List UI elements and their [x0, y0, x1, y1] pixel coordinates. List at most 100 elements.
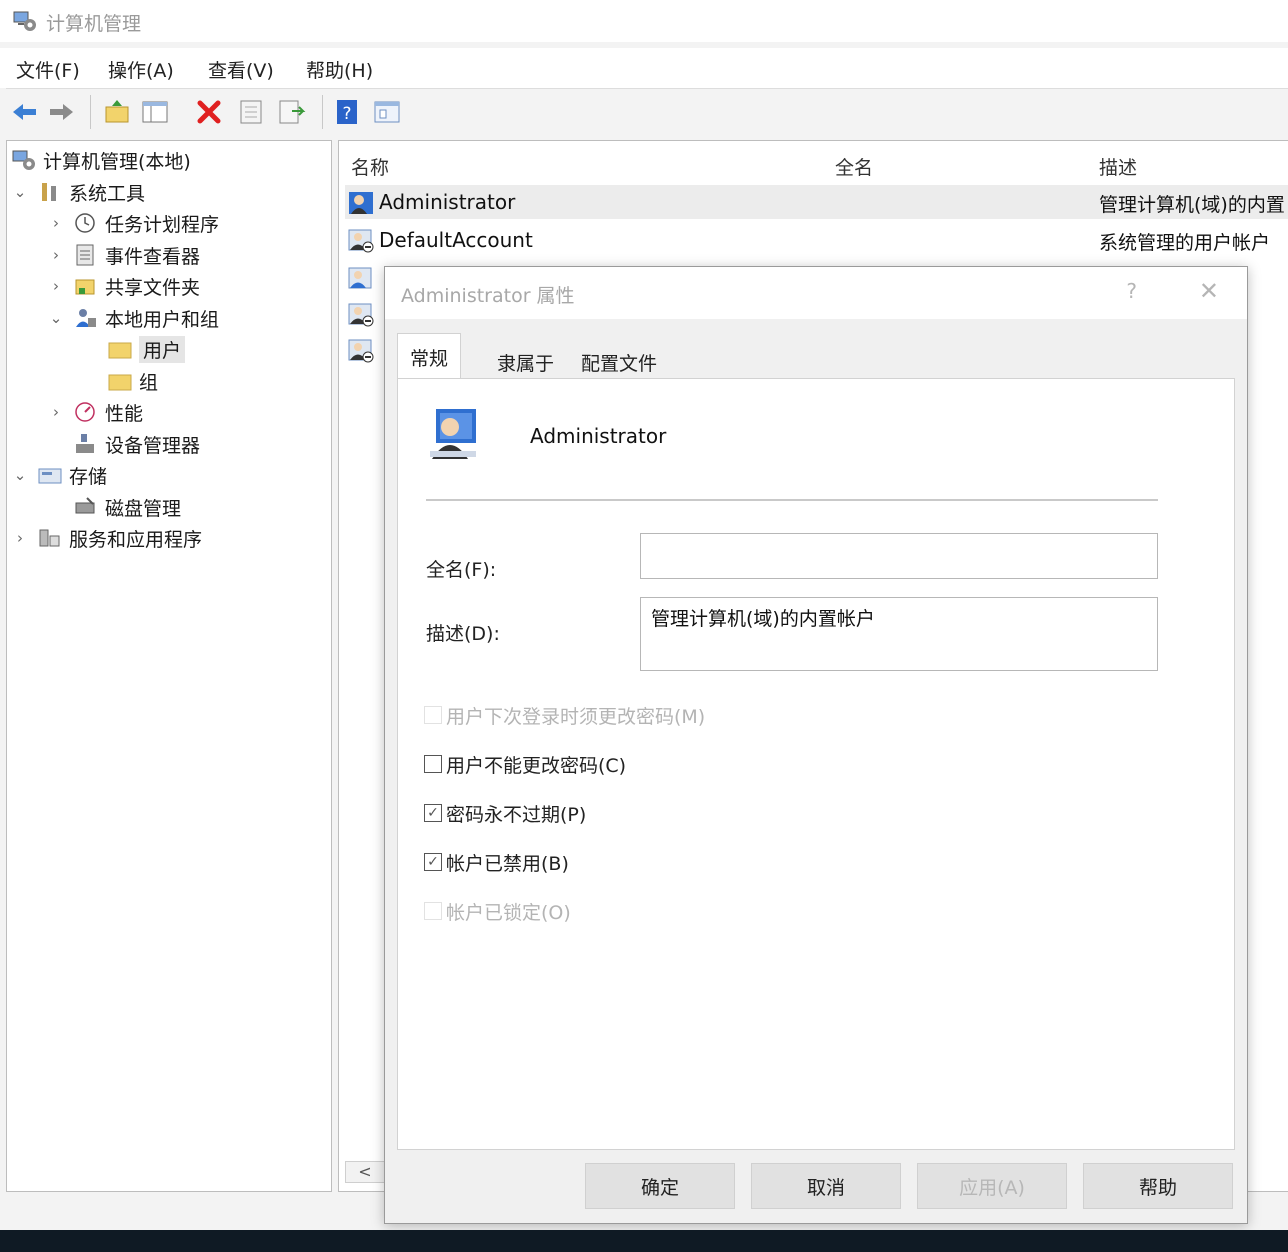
- export-icon[interactable]: [276, 97, 306, 127]
- option-account-locked[interactable]: 帐户已锁定(O): [424, 897, 571, 925]
- option-cannot-change-password[interactable]: 用户不能更改密码(C): [424, 750, 626, 778]
- checkbox[interactable]: [424, 755, 442, 773]
- fullname-label: 全名(F):: [426, 559, 497, 581]
- description-field[interactable]: 管理计算机(域)的内置帐户: [640, 597, 1158, 671]
- collapse-chevron-icon[interactable]: ›: [47, 403, 65, 421]
- close-icon[interactable]: ✕: [1199, 277, 1219, 305]
- list-row-administrator[interactable]: Administrator 管理计算机(域)的内置: [345, 185, 1288, 219]
- window-title: 计算机管理: [46, 13, 142, 35]
- view-icon[interactable]: [372, 97, 402, 127]
- tree-label: 本地用户和组: [105, 308, 220, 331]
- help-icon[interactable]: ?: [332, 97, 362, 127]
- collapse-chevron-icon[interactable]: ›: [11, 529, 29, 547]
- navigation-tree: 计算机管理(本地) ⌄ 系统工具 › 任务计划程序 › 事件查看器 › 共享文件…: [6, 140, 332, 1192]
- checkbox[interactable]: [424, 706, 442, 724]
- list-row-defaultaccount[interactable]: DefaultAccount 系统管理的用户帐户: [345, 223, 1288, 257]
- column-header-fullname[interactable]: 全名: [835, 153, 873, 180]
- tree-label: 事件查看器: [105, 245, 201, 268]
- expand-chevron-icon[interactable]: ⌄: [11, 183, 29, 201]
- tree-item-performance[interactable]: › 性能: [47, 397, 143, 427]
- tree-label: 存储: [69, 465, 108, 488]
- title-bar: 计算机管理: [0, 0, 1288, 42]
- tree-label: 性能: [105, 402, 144, 425]
- properties-icon[interactable]: [236, 97, 266, 127]
- expand-chevron-icon[interactable]: ⌄: [11, 466, 29, 484]
- description-label: 描述(D):: [426, 623, 500, 645]
- menu-view[interactable]: 查看(V): [208, 56, 274, 83]
- tools-icon: [42, 183, 56, 201]
- option-account-disabled[interactable]: ✓ 帐户已禁用(B): [424, 848, 569, 876]
- fullname-field[interactable]: [640, 533, 1158, 579]
- tree-item-event-viewer[interactable]: › 事件查看器: [47, 240, 200, 270]
- option-password-never-expires[interactable]: ✓ 密码永不过期(P): [424, 799, 586, 827]
- general-tab-panel: Administrator 全名(F): 描述(D): 管理计算机(域)的内置帐…: [397, 378, 1235, 1150]
- apply-button[interactable]: 应用(A): [917, 1163, 1067, 1209]
- menu-file[interactable]: 文件(F): [16, 56, 80, 83]
- tree-item-device-manager[interactable]: 设备管理器: [73, 429, 200, 459]
- checkbox-checked[interactable]: ✓: [424, 804, 442, 822]
- dialog-title: Administrator 属性: [401, 285, 575, 307]
- divider: [426, 499, 1158, 501]
- tree-label: 设备管理器: [105, 434, 201, 457]
- disabled-user-icon: [348, 303, 374, 327]
- checkbox[interactable]: [424, 902, 442, 920]
- tree-item-local-users-groups[interactable]: ⌄ 本地用户和组: [47, 303, 219, 333]
- row-name: DefaultAccount: [379, 228, 533, 252]
- menu-bar: 文件(F) 操作(A) 查看(V) 帮助(H): [0, 48, 1288, 88]
- option-label: 密码永不过期(P): [446, 803, 587, 826]
- collapse-chevron-icon[interactable]: ›: [47, 277, 65, 295]
- svg-text:?: ?: [342, 104, 351, 124]
- toolbar-separator: [90, 95, 91, 129]
- collapse-chevron-icon[interactable]: ›: [47, 214, 65, 232]
- up-folder-icon[interactable]: [102, 97, 132, 127]
- dialog-help-button[interactable]: ?: [1126, 279, 1137, 303]
- folder-icon: [108, 342, 132, 359]
- tree-label: 系统工具: [69, 182, 146, 205]
- tab-member-of[interactable]: 隶属于: [485, 341, 566, 379]
- tree-item-users[interactable]: 用户: [107, 334, 186, 364]
- tree-item-disk-management[interactable]: 磁盘管理: [73, 492, 181, 522]
- help-button[interactable]: 帮助: [1083, 1163, 1233, 1209]
- ok-button[interactable]: 确定: [585, 1163, 735, 1209]
- user-icon: [348, 267, 372, 289]
- disk-icon: [75, 497, 95, 514]
- tree-item-system-tools[interactable]: ⌄ 系统工具: [11, 177, 145, 207]
- forward-icon[interactable]: [46, 97, 76, 127]
- tab-profile[interactable]: 配置文件: [569, 341, 669, 379]
- option-must-change-password[interactable]: 用户下次登录时须更改密码(M): [424, 701, 705, 729]
- scroll-left-button[interactable]: <: [345, 1161, 385, 1183]
- user-account-icon: [430, 409, 476, 459]
- performance-icon: [75, 402, 95, 422]
- toolbar: ?: [6, 88, 1288, 134]
- tree-label: 任务计划程序: [105, 213, 220, 236]
- expand-chevron-icon[interactable]: ⌄: [47, 309, 65, 327]
- collapse-chevron-icon[interactable]: ›: [47, 246, 65, 264]
- menu-action[interactable]: 操作(A): [108, 56, 174, 83]
- show-hide-tree-icon[interactable]: [140, 97, 170, 127]
- device-manager-icon: [76, 434, 94, 453]
- tree-label: 计算机管理(本地): [43, 150, 191, 173]
- tree-item-storage[interactable]: ⌄ 存储: [11, 460, 107, 490]
- event-log-icon: [76, 244, 94, 266]
- column-header-name[interactable]: 名称: [351, 153, 389, 180]
- tree-item-groups[interactable]: 组: [107, 366, 158, 396]
- cancel-button[interactable]: 取消: [751, 1163, 901, 1209]
- tree-label: 组: [139, 371, 159, 394]
- disabled-user-icon: [348, 229, 374, 253]
- menu-help[interactable]: 帮助(H): [306, 56, 373, 83]
- tree-label: 用户: [139, 335, 186, 363]
- tree-item-shared-folders[interactable]: › 共享文件夹: [47, 271, 200, 301]
- folder-icon: [108, 374, 132, 391]
- computer-management-icon: [13, 11, 36, 31]
- option-label: 用户下次登录时须更改密码(M): [446, 705, 706, 728]
- option-label: 帐户已锁定(O): [446, 901, 571, 924]
- back-icon[interactable]: [10, 97, 40, 127]
- tree-item-task-scheduler[interactable]: › 任务计划程序: [47, 208, 219, 238]
- checkbox-checked[interactable]: ✓: [424, 853, 442, 871]
- column-header-description[interactable]: 描述: [1099, 153, 1137, 180]
- delete-icon[interactable]: [194, 97, 224, 127]
- tree-label: 共享文件夹: [105, 276, 201, 299]
- tab-general[interactable]: 常规: [397, 333, 462, 379]
- tree-item-services-apps[interactable]: › 服务和应用程序: [11, 523, 202, 553]
- tree-item-root[interactable]: 计算机管理(本地): [11, 145, 191, 175]
